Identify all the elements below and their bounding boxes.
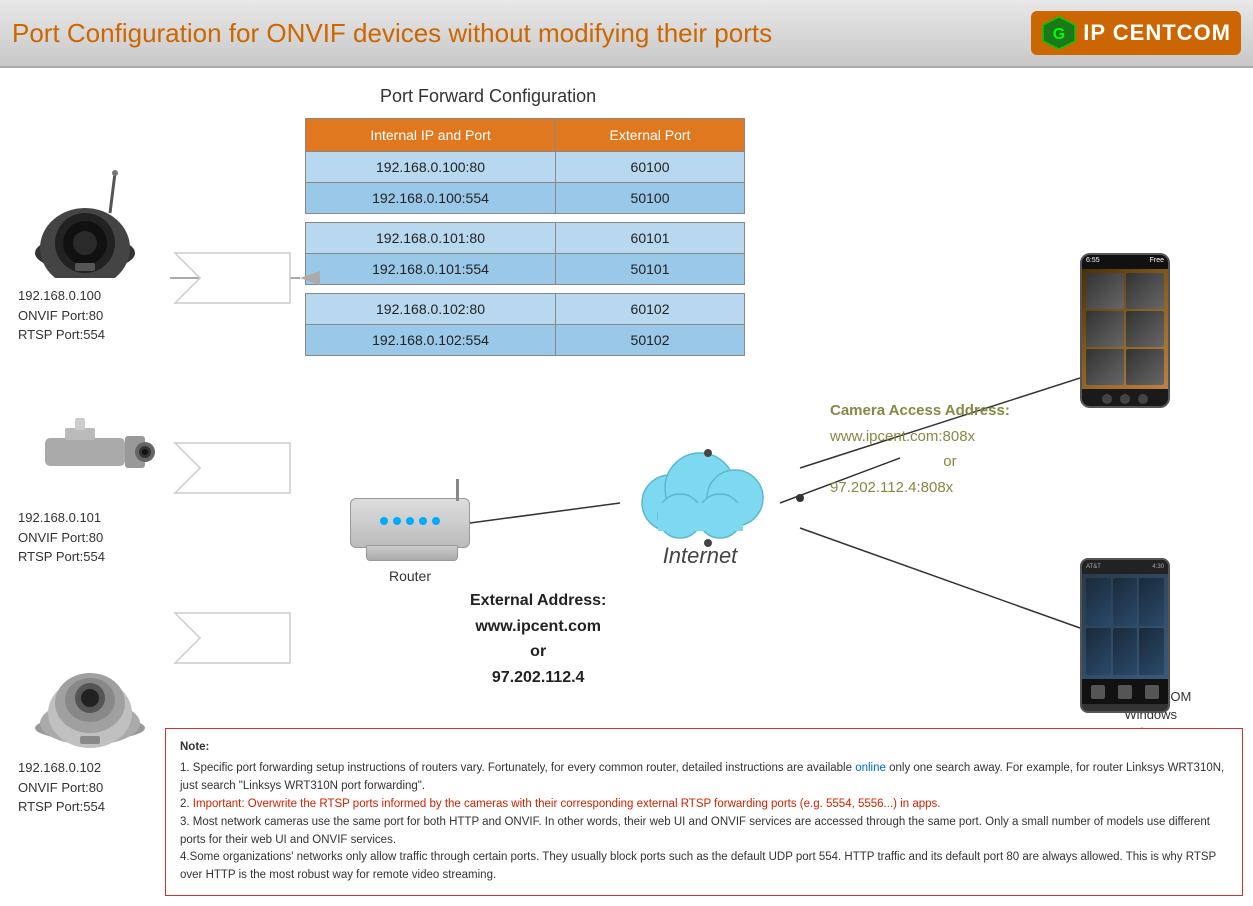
phone-nav-btn (1120, 394, 1130, 404)
external-address-title: External Address: (470, 588, 606, 614)
cam-access-or: or (830, 449, 1010, 475)
table-row: 192.168.0.100:554 50100 (306, 183, 745, 214)
camera-access-address: Camera Access Address: www.ipcent.com:80… (830, 398, 1010, 500)
table-cell-ip: 192.168.0.102:554 (306, 325, 556, 356)
cam-thumb (1126, 311, 1164, 347)
phone-nav-btn (1102, 394, 1112, 404)
note-line3: 3. Most network cameras use the same por… (180, 814, 1228, 850)
phone-windows: AT&T4:30 (1080, 558, 1170, 713)
phone-windows-screen (1082, 574, 1168, 679)
router-antenna (456, 479, 459, 501)
external-address-ip: 97.202.112.4 (470, 665, 606, 691)
phone-tile (1113, 578, 1138, 626)
phone-windows-image: AT&T4:30 (1080, 558, 1170, 713)
note-line2: 2. Important: Overwrite the RTSP ports i… (180, 796, 1228, 814)
cam-thumb (1086, 311, 1124, 347)
phone-tile (1086, 578, 1111, 626)
camera-1-image (20, 168, 150, 283)
note-line1: 1. Specific port forwarding setup instru… (180, 760, 1228, 796)
table-row: 192.168.0.100:80 60100 (306, 152, 745, 183)
camera-2-image (15, 408, 165, 503)
table-cell-ip: 192.168.0.100:554 (306, 183, 556, 214)
table-cell-port: 60102 (556, 294, 745, 325)
table-row: 192.168.0.101:554 50101 (306, 254, 745, 285)
header: Port Configuration for ONVIF devices wit… (0, 0, 1253, 68)
table-cell-port: 50102 (556, 325, 745, 356)
note-box: Note: 1. Specific port forwarding setup … (165, 728, 1243, 897)
cam-access-line1: www.ipcent.com:808x (830, 424, 1010, 450)
table-row: 192.168.0.102:554 50102 (306, 325, 745, 356)
phone-tile (1139, 628, 1164, 676)
logo-text: IP CENTCOM (1083, 20, 1231, 46)
external-address-or: or (470, 639, 606, 665)
table-row: 192.168.0.102:80 60102 (306, 294, 745, 325)
phone-windows-status: AT&T4:30 (1082, 560, 1168, 574)
phone-tile (1139, 578, 1164, 626)
phone-android-screen (1082, 269, 1168, 389)
windows-back-btn (1091, 685, 1105, 699)
camera-3-image (20, 628, 160, 753)
router-container: Router (350, 498, 470, 584)
windows-home-btn (1118, 685, 1132, 699)
phone-windows-nav (1082, 679, 1168, 704)
table-header-col2: External Port (556, 119, 745, 152)
windows-search-btn (1145, 685, 1159, 699)
table-gap-row (306, 214, 745, 223)
router-dot (380, 517, 388, 525)
cloud-svg (620, 438, 780, 548)
section-title: Port Forward Configuration (380, 86, 596, 107)
cam-access-ip: 97.202.112.4:808x (830, 475, 1010, 501)
page-title: Port Configuration for ONVIF devices wit… (12, 18, 772, 49)
table-gap-row (306, 285, 745, 294)
camera-1-label: 192.168.0.100 ONVIF Port:80 RTSP Port:55… (18, 286, 105, 345)
cam-access-title: Camera Access Address: (830, 398, 1010, 424)
phone-nav-btn (1138, 394, 1148, 404)
phone-android: 6:55Free (1080, 253, 1170, 413)
note-title: Note: (180, 739, 1228, 757)
cam-thumb (1126, 273, 1164, 309)
camera-3-label: 192.168.0.102 ONVIF Port:80 RTSP Port:55… (18, 758, 105, 817)
external-address-line1: www.ipcent.com (470, 614, 606, 640)
port-table: Internal IP and Port External Port 192.1… (305, 118, 745, 356)
phone-android-image: 6:55Free (1080, 253, 1170, 408)
router-dot (432, 517, 440, 525)
phone-android-nav (1082, 389, 1168, 408)
table-cell-port: 60101 (556, 223, 745, 254)
router-dot (406, 517, 414, 525)
cam-thumb (1126, 349, 1164, 385)
table-cell-ip: 192.168.0.102:80 (306, 294, 556, 325)
table-cell-ip: 192.168.0.101:554 (306, 254, 556, 285)
router-image (350, 498, 470, 548)
note-line4: 4.Some organizations' networks only allo… (180, 849, 1228, 885)
note-online-link: online (855, 762, 886, 774)
external-address: External Address: www.ipcent.com or 97.2… (470, 588, 606, 690)
logo-icon: G (1041, 15, 1077, 51)
table-cell-port: 60100 (556, 152, 745, 183)
table-cell-port: 50100 (556, 183, 745, 214)
logo: G IP CENTCOM (1031, 11, 1241, 55)
internet-cloud-container: Internet (620, 438, 780, 569)
table-row: 192.168.0.101:80 60101 (306, 223, 745, 254)
router-dot (393, 517, 401, 525)
table-cell-ip: 192.168.0.101:80 (306, 223, 556, 254)
phone-status-bar: 6:55Free (1082, 255, 1168, 269)
table-header-col1: Internal IP and Port (306, 119, 556, 152)
phone-tile (1086, 628, 1111, 676)
svg-text:G: G (1053, 26, 1065, 43)
phone-tile (1113, 628, 1138, 676)
main-content: Port Forward Configuration Internal IP a… (0, 68, 1253, 906)
camera-2-label: 192.168.0.101 ONVIF Port:80 RTSP Port:55… (18, 508, 105, 567)
cam-thumb (1086, 273, 1124, 309)
note-important: Important: Overwrite the RTSP ports info… (193, 798, 941, 810)
table-cell-port: 50101 (556, 254, 745, 285)
router-dot (419, 517, 427, 525)
router-label: Router (350, 568, 470, 584)
router-indicator-dots (380, 517, 440, 525)
cam-thumb (1086, 349, 1124, 385)
table-cell-ip: 192.168.0.100:80 (306, 152, 556, 183)
